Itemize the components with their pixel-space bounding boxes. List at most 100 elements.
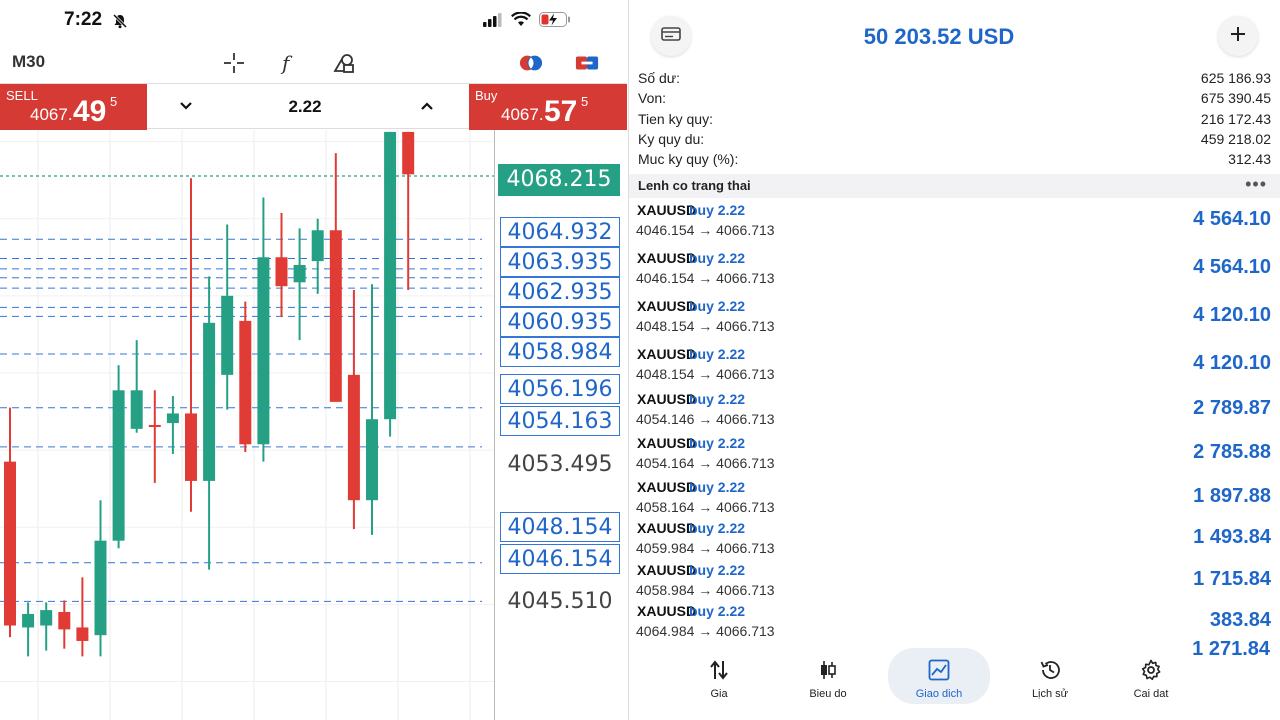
- position-item[interactable]: XAUUSD buy 2.22 4046.154 → 4066.713 4 56…: [629, 250, 1280, 294]
- tab-label: Giao dich: [915, 688, 963, 700]
- buy-price-pips: 57: [544, 95, 578, 128]
- more-options-icon[interactable]: •••: [1245, 174, 1267, 195]
- candle-body: [275, 257, 288, 287]
- status-time: 7:22: [64, 9, 103, 30]
- lot-decrease-chevron-icon[interactable]: [176, 96, 196, 116]
- position-item[interactable]: XAUUSD buy 2.22 4054.146 → 4066.713 2 78…: [629, 391, 1280, 435]
- candle-body: [166, 413, 179, 424]
- tab-label: Cai dat: [1133, 688, 1169, 700]
- position-item[interactable]: XAUUSD buy 2.22 4046.154 → 4066.713 4 56…: [629, 202, 1280, 246]
- crosshair-icon[interactable]: [222, 51, 246, 75]
- gear-icon: [1139, 658, 1163, 682]
- position-profit: 2 789.87: [1193, 397, 1271, 419]
- indicators-icon[interactable]: f: [277, 51, 301, 75]
- position-prices: 4058.984 → 4066.713: [636, 582, 775, 598]
- position-profit: 1 897.88: [1193, 485, 1271, 507]
- tab-settings[interactable]: Cai dat: [1100, 648, 1202, 704]
- position-side: buy 2.22: [689, 250, 746, 266]
- candle-body: [257, 257, 270, 445]
- order-price-label[interactable]: 4058.984: [500, 337, 620, 367]
- chart-toolbar: M30 f: [0, 42, 627, 82]
- position-symbol: XAUUSD: [637, 250, 697, 266]
- position-symbol: XAUUSD: [637, 435, 697, 451]
- position-item[interactable]: XAUUSD buy 2.22 4054.164 → 4066.713 2 78…: [629, 435, 1280, 479]
- position-item[interactable]: XAUUSD buy 2.22 4064.984 → 4066.713 383.…: [629, 603, 1280, 647]
- candle-body: [58, 612, 71, 630]
- position-profit: 4 564.10: [1193, 208, 1271, 230]
- candle-body: [329, 230, 342, 402]
- position-prices: 4059.984 → 4066.713: [636, 540, 775, 556]
- account-row: Số dư: 625 186.93: [638, 70, 1271, 90]
- candle-body: [148, 425, 161, 427]
- position-profit: 383.84: [1209, 609, 1271, 631]
- position-item[interactable]: XAUUSD buy 2.22 4059.984 → 4066.713 1 49…: [629, 520, 1280, 564]
- position-item[interactable]: XAUUSD buy 2.22 4058.984 → 4066.713 1 71…: [629, 562, 1280, 606]
- wifi-icon: [511, 11, 531, 32]
- trade-panel-icon[interactable]: [575, 51, 599, 75]
- candle-body: [239, 320, 252, 445]
- objects-icon[interactable]: [332, 51, 356, 75]
- candle-body: [94, 540, 107, 636]
- battery-charging-icon: [539, 12, 571, 32]
- price-axis-separator: [494, 130, 495, 720]
- position-side: buy 2.22: [689, 520, 746, 536]
- history-icon: [1038, 658, 1062, 682]
- account-label: Số dư:: [638, 70, 681, 86]
- order-price-label[interactable]: 4048.154: [500, 512, 620, 542]
- partial-position-profit: 1 271.84: [1192, 638, 1270, 660]
- bell-off-icon: [112, 13, 128, 29]
- account-row: Ky quy du: 459 218.02: [638, 131, 1271, 151]
- tab-label: Lịch sử: [1031, 688, 1069, 700]
- positions-section-header: Lenh co trang thai •••: [629, 174, 1280, 198]
- sell-price-point: 5: [110, 94, 118, 109]
- position-item[interactable]: XAUUSD buy 2.22 4048.154 → 4066.713 4 12…: [629, 346, 1280, 390]
- one-click-trading-icon[interactable]: [519, 51, 543, 75]
- position-profit: 4 120.10: [1193, 352, 1271, 374]
- order-price-label[interactable]: 4062.935: [500, 277, 620, 307]
- account-row: Tien ky quy: 216 172.43: [638, 111, 1271, 131]
- axis-price-label: 4045.510: [507, 589, 613, 614]
- position-symbol: XAUUSD: [637, 298, 697, 314]
- position-prices: 4046.154 → 4066.713: [636, 222, 775, 238]
- tab-quotes[interactable]: Gia: [668, 648, 770, 704]
- order-price-label[interactable]: 4046.154: [500, 544, 620, 574]
- candle-body: [4, 461, 16, 626]
- status-bar: 7:22: [0, 0, 627, 42]
- order-price-label[interactable]: 4056.196: [500, 374, 620, 404]
- account-label: Ky quy du:: [638, 131, 705, 147]
- order-price-label[interactable]: 4064.932: [500, 217, 620, 247]
- position-side: buy 2.22: [689, 435, 746, 451]
- candle-body: [221, 295, 234, 375]
- tab-label: Gia: [710, 688, 728, 700]
- timeframe-selector[interactable]: M30: [12, 52, 45, 72]
- tab-history[interactable]: Lịch sử: [999, 648, 1101, 704]
- position-symbol: XAUUSD: [637, 562, 697, 578]
- tab-chart[interactable]: Bieu do: [777, 648, 879, 704]
- order-price-label[interactable]: 4063.935: [500, 247, 620, 277]
- account-value: 312.43: [1228, 151, 1271, 167]
- order-price-label[interactable]: 4054.163: [500, 406, 620, 436]
- sell-price-prefix: 4067.: [30, 105, 73, 124]
- position-item[interactable]: XAUUSD buy 2.22 4058.164 → 4066.713 1 89…: [629, 479, 1280, 523]
- position-symbol: XAUUSD: [637, 391, 697, 407]
- position-profit: 1 715.84: [1193, 568, 1271, 590]
- candle-body: [347, 374, 360, 501]
- candle-body: [366, 419, 378, 501]
- card-icon: [661, 26, 681, 47]
- new-order-button[interactable]: [1218, 16, 1258, 56]
- order-price-label[interactable]: 4060.935: [500, 307, 620, 337]
- trade-header: 50 203.52 USD: [629, 0, 1280, 64]
- account-value: 675 390.45: [1200, 90, 1271, 106]
- buy-button[interactable]: Buy 4067. 57 5: [469, 84, 627, 130]
- sort-orders-button[interactable]: [651, 16, 691, 56]
- account-label: Tien ky quy:: [638, 111, 713, 127]
- position-item[interactable]: XAUUSD buy 2.22 4048.154 → 4066.713 4 12…: [629, 298, 1280, 342]
- lot-increase-chevron-icon[interactable]: [417, 96, 437, 116]
- candle-body: [22, 613, 35, 628]
- position-symbol: XAUUSD: [637, 520, 697, 536]
- sell-button[interactable]: SELL 4067. 49 5: [0, 84, 147, 130]
- lot-size-field[interactable]: 2.22: [270, 97, 340, 117]
- account-row: Von: 675 390.45: [638, 90, 1271, 110]
- tab-trade[interactable]: Giao dich: [888, 648, 990, 704]
- position-profit: 2 785.88: [1193, 441, 1271, 463]
